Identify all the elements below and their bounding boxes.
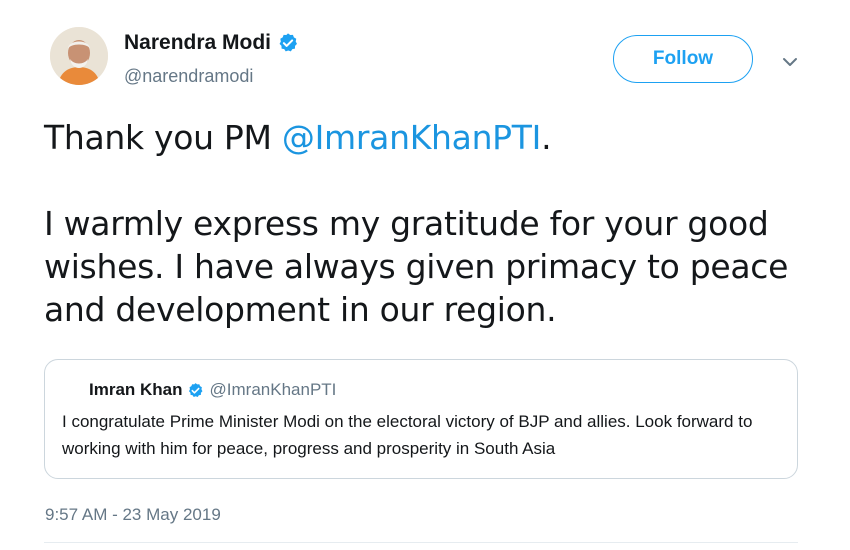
tweet-text: Thank you PM @ImranKhanPTI. I warmly exp… <box>44 116 824 331</box>
mention-link[interactable]: @ImranKhanPTI <box>282 118 541 157</box>
quoted-tweet-header: Imran Khan @ImranKhanPTI <box>89 380 336 400</box>
tweet-paragraph-2: I warmly express my gratitude for your g… <box>44 204 789 329</box>
quoted-author-name: Imran Khan <box>89 380 183 399</box>
quoted-tweet[interactable]: Imran Khan @ImranKhanPTI I congratulate … <box>44 359 798 479</box>
verified-badge-icon <box>279 33 298 52</box>
tweet-timestamp[interactable]: 9:57 AM - 23 May 2019 <box>45 505 221 525</box>
tweet-line-1: Thank you PM @ImranKhanPTI. <box>44 116 824 159</box>
chevron-down-icon[interactable] <box>780 54 800 70</box>
quoted-verified-badge-icon <box>188 382 202 397</box>
quoted-author-handle: @ImranKhanPTI <box>209 380 337 399</box>
author-name-row: Narendra Modi <box>124 31 299 55</box>
avatar[interactable] <box>50 27 108 85</box>
tweet-line-1-suffix: . <box>541 118 552 157</box>
user-avatar-icon <box>50 27 108 85</box>
follow-button[interactable]: Follow <box>613 35 753 83</box>
author-name[interactable]: Narendra Modi <box>124 31 271 55</box>
quoted-tweet-text: I congratulate Prime Minister Modi on th… <box>62 412 753 458</box>
tweet-line-1-prefix: Thank you PM <box>44 118 282 157</box>
author-handle[interactable]: @narendramodi <box>124 66 253 87</box>
divider <box>44 542 798 543</box>
